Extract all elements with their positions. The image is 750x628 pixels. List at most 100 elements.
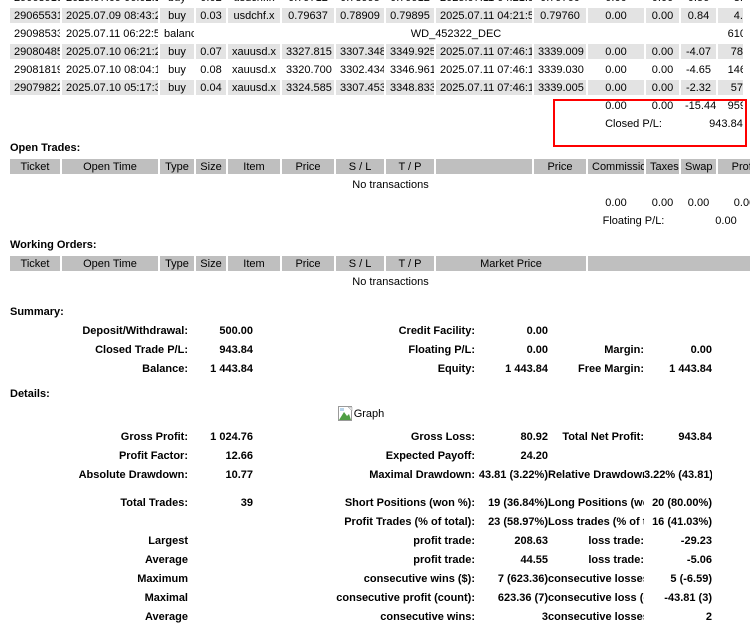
details-label: Profit Factor: xyxy=(118,450,188,462)
details-label: Loss trades (% of total): xyxy=(548,516,644,528)
details-value: 10.77 xyxy=(225,469,253,481)
col-price: Price xyxy=(282,256,334,271)
cell-commission: 0.00 xyxy=(588,8,644,23)
details-value: 80.92 xyxy=(520,431,548,443)
summary-value: 1 443.84 xyxy=(210,363,253,375)
summary-label: Floating P/L: xyxy=(408,344,475,356)
spacer-row xyxy=(10,486,712,492)
floating-pl-row: Floating P/L: 0.00 xyxy=(10,213,750,228)
details-title: Details: xyxy=(10,388,50,400)
cell-profit: 4.63 xyxy=(718,8,743,23)
cell-taxes: 0.00 xyxy=(646,8,679,23)
details-value: 1 024.76 xyxy=(210,431,253,443)
details-label: Maximal Drawdown: xyxy=(369,469,475,481)
empty-cell xyxy=(10,486,712,492)
cell-close-time: 2025.07.11 04:21:55 xyxy=(436,8,532,23)
details-value: -5.06 xyxy=(686,554,712,566)
details-label: Average xyxy=(144,554,188,566)
cell-taxes: 0.00 xyxy=(646,80,679,95)
cell-price: 3320.700 xyxy=(286,63,332,76)
cell-swap: 0.56 xyxy=(681,0,716,5)
cell-size: 0.02 xyxy=(196,0,226,5)
no-transactions-row: No transactions xyxy=(10,274,750,289)
summary-value xyxy=(644,323,712,339)
total-commission: 0.00 xyxy=(605,196,627,209)
cell-commission: 0.00 xyxy=(605,63,627,76)
transaction-row: 29081819 2025.07.10 08:04:17 buy 0.08 xa… xyxy=(10,62,743,77)
closed-totals-row: 0.00 0.00 -15.44 959.28 xyxy=(10,98,743,113)
col-item: Item xyxy=(228,159,280,174)
details-value: 3.22% (43.81) xyxy=(644,469,712,481)
open-totals-row: 0.00 0.00 0.00 0.00 xyxy=(10,195,750,210)
closed-transactions-table: 29063915 2025.07.09 06:02:12 buy 0.02 us… xyxy=(8,0,743,134)
summary-value: 0.00 xyxy=(526,325,548,337)
details-row: Absolute Drawdown: 10.77 Maximal Drawdow… xyxy=(10,467,712,483)
cell-open-time: 2025.07.11 06:22:53 xyxy=(66,27,158,40)
col-sl: S / L xyxy=(336,159,384,174)
summary-value: 1 443.84 xyxy=(669,363,712,375)
details-value xyxy=(188,590,253,606)
details-label xyxy=(10,514,188,530)
col-tp: T / P xyxy=(386,256,434,271)
details-label: Total Net Profit: xyxy=(562,431,644,443)
cell-open-time: 2025.07.09 08:43:26 xyxy=(62,8,158,23)
summary-row: Closed Trade P/L: 943.84 Floating P/L: 0… xyxy=(10,342,712,358)
details-label: consecutive wins ($): xyxy=(363,573,475,585)
open-trades-header-row: Ticket Open Time Type Size Item Price S … xyxy=(10,159,750,174)
cell-item: usdchf.x xyxy=(228,0,280,5)
cell-size: 0.08 xyxy=(200,63,222,76)
details-label: Average xyxy=(144,611,188,623)
cell-ticket: 29079822 xyxy=(10,80,60,95)
cell-close-price: 0.79760 xyxy=(534,0,586,5)
details-label: consecutive losses: xyxy=(548,611,644,623)
details-label: Largest xyxy=(148,535,188,547)
details-value xyxy=(188,514,253,530)
cell-type: buy xyxy=(160,8,194,23)
details-label: Absolute Drawdown: xyxy=(78,469,188,481)
details-value: 943.84 xyxy=(678,431,712,443)
cell-tp: 3346.961 xyxy=(390,63,434,76)
cell-close-time: 2025.07.11 07:46:18 xyxy=(436,80,532,95)
cell-open-time: 2025.07.10 06:21:20 xyxy=(62,44,158,59)
open-trades-title: Open Trades: xyxy=(10,142,81,154)
col-price2: Price xyxy=(534,159,586,174)
cell-profit: 57.68 xyxy=(718,80,743,95)
details-value: 7 (623.36) xyxy=(497,573,548,585)
details-row: Average profit trade: 44.55 loss trade: … xyxy=(10,552,712,568)
summary-table: Deposit/Withdrawal: 500.00 Credit Facili… xyxy=(10,320,712,380)
summary-value: 943.84 xyxy=(219,344,253,356)
cell-swap: -4.65 xyxy=(685,63,712,76)
details-label: consecutive losses ($): xyxy=(548,573,644,585)
summary-title: Summary: xyxy=(10,306,64,318)
details-value xyxy=(188,571,253,587)
cell-open-time: 2025.07.09 06:02:12 xyxy=(62,0,158,5)
summary-label: Equity: xyxy=(437,363,475,375)
cell-sl: 3302.434 xyxy=(340,63,384,76)
details-table: Gross Profit: 1 024.76 Gross Loss: 80.92… xyxy=(10,426,712,628)
details-value: -29.23 xyxy=(680,535,712,547)
transaction-row: 29063915 2025.07.09 06:02:12 buy 0.02 us… xyxy=(10,0,743,5)
col-tp: T / P xyxy=(386,159,434,174)
cell-taxes: 0.00 xyxy=(646,0,679,5)
floating-pl-value: 0.00 xyxy=(715,214,737,227)
cell-price: 0.79712 xyxy=(282,0,334,5)
cell-sl: 0.78909 xyxy=(336,8,384,23)
details-label: Maximum xyxy=(137,573,188,585)
col-open-time: Open Time xyxy=(62,159,158,174)
details-value xyxy=(188,533,253,549)
broken-image-icon xyxy=(337,406,352,421)
empty-cell xyxy=(10,116,586,131)
details-label: profit trade: xyxy=(413,535,475,547)
details-label: Relative Drawdown: xyxy=(548,469,644,481)
summary-value: 500.00 xyxy=(219,325,253,337)
empty-cell xyxy=(10,195,586,210)
col-commission: Commission xyxy=(588,159,644,174)
cell-close-price: 3339.005 xyxy=(534,80,586,95)
total-commission: 0.00 xyxy=(605,99,627,112)
cell-open-time: 2025.07.10 08:04:17 xyxy=(66,63,158,76)
graph-placeholder: Graph xyxy=(10,406,712,424)
cell-size: 0.04 xyxy=(196,80,226,95)
cell-taxes: 0.00 xyxy=(646,44,679,59)
cell-commission: 0.00 xyxy=(588,0,644,5)
details-value: 16 (41.03%) xyxy=(652,516,712,528)
